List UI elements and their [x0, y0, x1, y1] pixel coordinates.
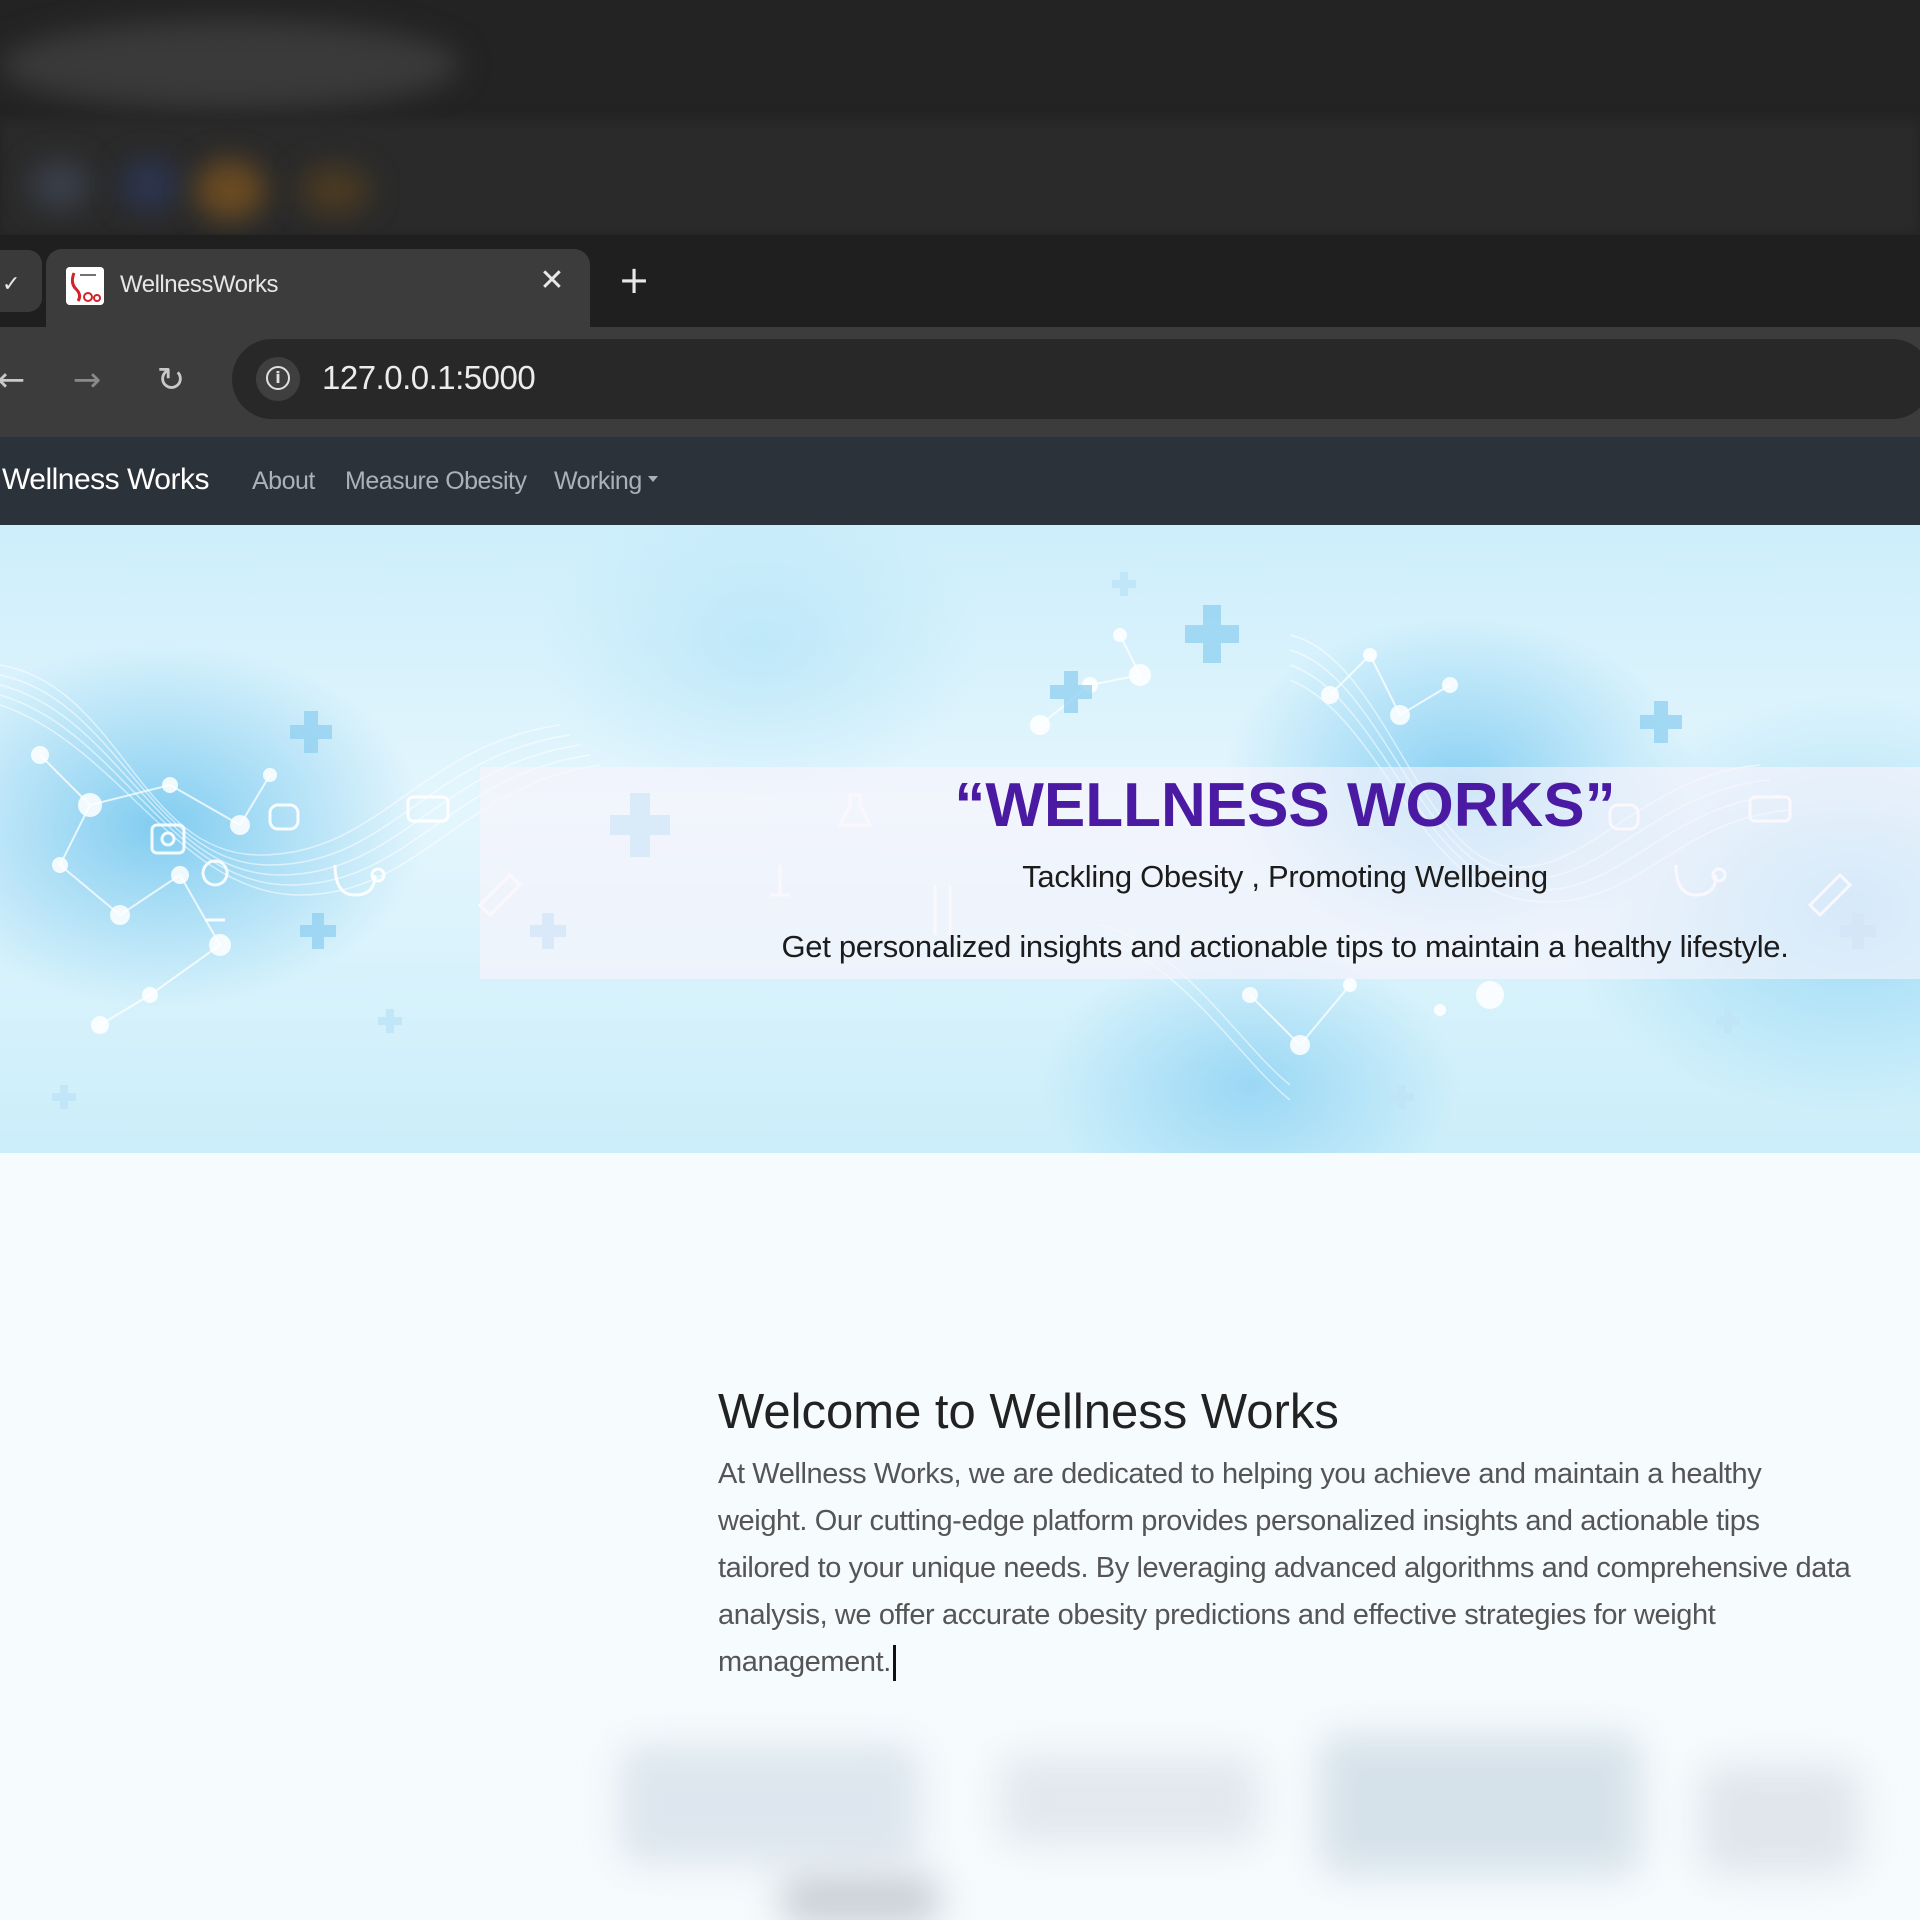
blurred-region [1000, 1755, 1260, 1845]
welcome-heading: Welcome to Wellness Works [718, 1385, 1339, 1439]
blurred-region [1320, 1735, 1640, 1875]
welcome-section: Welcome to Wellness Works At Wellness Wo… [0, 1153, 1920, 1685]
browser-tab-bar: ✓ WellnessWorks ✕ + [0, 235, 1920, 327]
nav-dropdown-working[interactable]: Working [554, 467, 658, 496]
welcome-paragraph: At Wellness Works, we are dedicated to h… [718, 1451, 1858, 1686]
close-tab-icon[interactable]: ✕ [534, 263, 570, 299]
blurred-region [780, 1875, 940, 1920]
hero-banner: “WELLNESS WORKS” Tackling Obesity , Prom… [0, 525, 1920, 1153]
text-cursor [892, 1645, 896, 1682]
tab-title: WellnessWorks [120, 271, 278, 298]
blurred-lower-section [0, 1685, 1920, 1920]
nav-link-about[interactable]: About [252, 467, 315, 496]
reload-icon[interactable]: ↻ [146, 355, 196, 405]
site-favicon-icon [66, 267, 104, 305]
browser-tab[interactable]: WellnessWorks ✕ [46, 249, 590, 327]
blurred-region [620, 1745, 920, 1865]
site-navbar: Wellness Works About Measure Obesity Wor… [0, 437, 1920, 525]
blurred-region [1700, 1765, 1860, 1875]
browser-toolbar: ← → ↻ i 127.0.0.1:5000 [0, 327, 1920, 437]
blurred-region [195, 160, 265, 220]
tab-search-button[interactable]: ✓ [0, 250, 42, 312]
info-icon[interactable]: i [256, 357, 300, 401]
blurred-window-area [0, 0, 1920, 235]
address-text[interactable]: 127.0.0.1:5000 [322, 359, 536, 397]
forward-arrow-icon[interactable]: → [62, 355, 112, 405]
nav-dropdown-label: Working [554, 467, 642, 495]
back-arrow-icon[interactable]: ← [0, 355, 36, 405]
welcome-paragraph-text: At Wellness Works, we are dedicated to h… [718, 1458, 1851, 1678]
chevron-down-icon: ✓ [2, 272, 21, 297]
blurred-region [30, 160, 90, 210]
blurred-region [300, 165, 370, 215]
navbar-brand[interactable]: Wellness Works [2, 463, 209, 497]
caret-down-icon [647, 476, 658, 483]
new-tab-button[interactable]: + [614, 261, 654, 301]
hero-subtitle: Tackling Obesity , Promoting Wellbeing [1022, 859, 1548, 894]
blurred-region [0, 20, 460, 110]
hero-description: Get personalized insights and actionable… [781, 929, 1789, 964]
address-bar[interactable]: i 127.0.0.1:5000 [232, 339, 1920, 419]
blurred-region [120, 160, 180, 210]
blurred-bookmarks-bar [0, 120, 1920, 235]
hero-title: “WELLNESS WORKS” [954, 771, 1616, 840]
nav-link-measure-obesity[interactable]: Measure Obesity [345, 467, 527, 496]
